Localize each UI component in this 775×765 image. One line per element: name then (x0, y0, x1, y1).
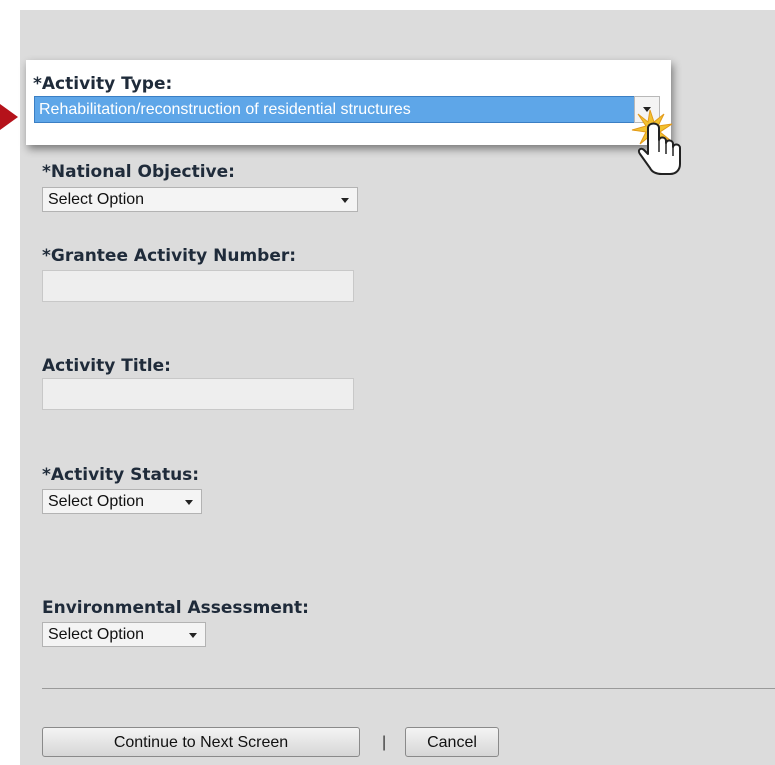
chevron-down-icon (341, 198, 349, 203)
activity-status-select[interactable]: Select Option (42, 489, 202, 514)
activity-title-label: Activity Title: (42, 356, 171, 376)
environmental-assessment-label: Environmental Assessment: (42, 598, 309, 618)
activity-type-value: Rehabilitation/reconstruction of residen… (39, 101, 411, 118)
activity-status-value: Select Option (48, 493, 145, 510)
cancel-button[interactable]: Cancel (405, 727, 499, 757)
annotation-arrow-icon (0, 104, 18, 130)
continue-button[interactable]: Continue to Next Screen (42, 727, 360, 757)
activity-title-input[interactable] (42, 378, 354, 410)
chevron-down-icon (185, 500, 193, 505)
national-objective-select[interactable]: Select Option (42, 187, 358, 212)
activity-status-label: *Activity Status: (42, 465, 200, 485)
environmental-assessment-value: Select Option (48, 626, 145, 643)
national-objective-value: Select Option (48, 191, 145, 208)
grantee-activity-number-input[interactable] (42, 270, 354, 302)
national-objective-label: *National Objective: (42, 162, 235, 182)
button-separator: | (382, 734, 387, 751)
environmental-assessment-select[interactable]: Select Option (42, 622, 206, 647)
hand-pointer-icon (631, 109, 681, 175)
activity-type-callout: *Activity Type: Rehabilitation/reconstru… (26, 60, 671, 145)
grantee-activity-number-label: *Grantee Activity Number: (42, 246, 297, 266)
activity-type-select[interactable]: Rehabilitation/reconstruction of residen… (34, 96, 660, 123)
chevron-down-icon (189, 633, 197, 638)
form-divider (42, 688, 775, 689)
activity-type-label: *Activity Type: (33, 74, 173, 94)
